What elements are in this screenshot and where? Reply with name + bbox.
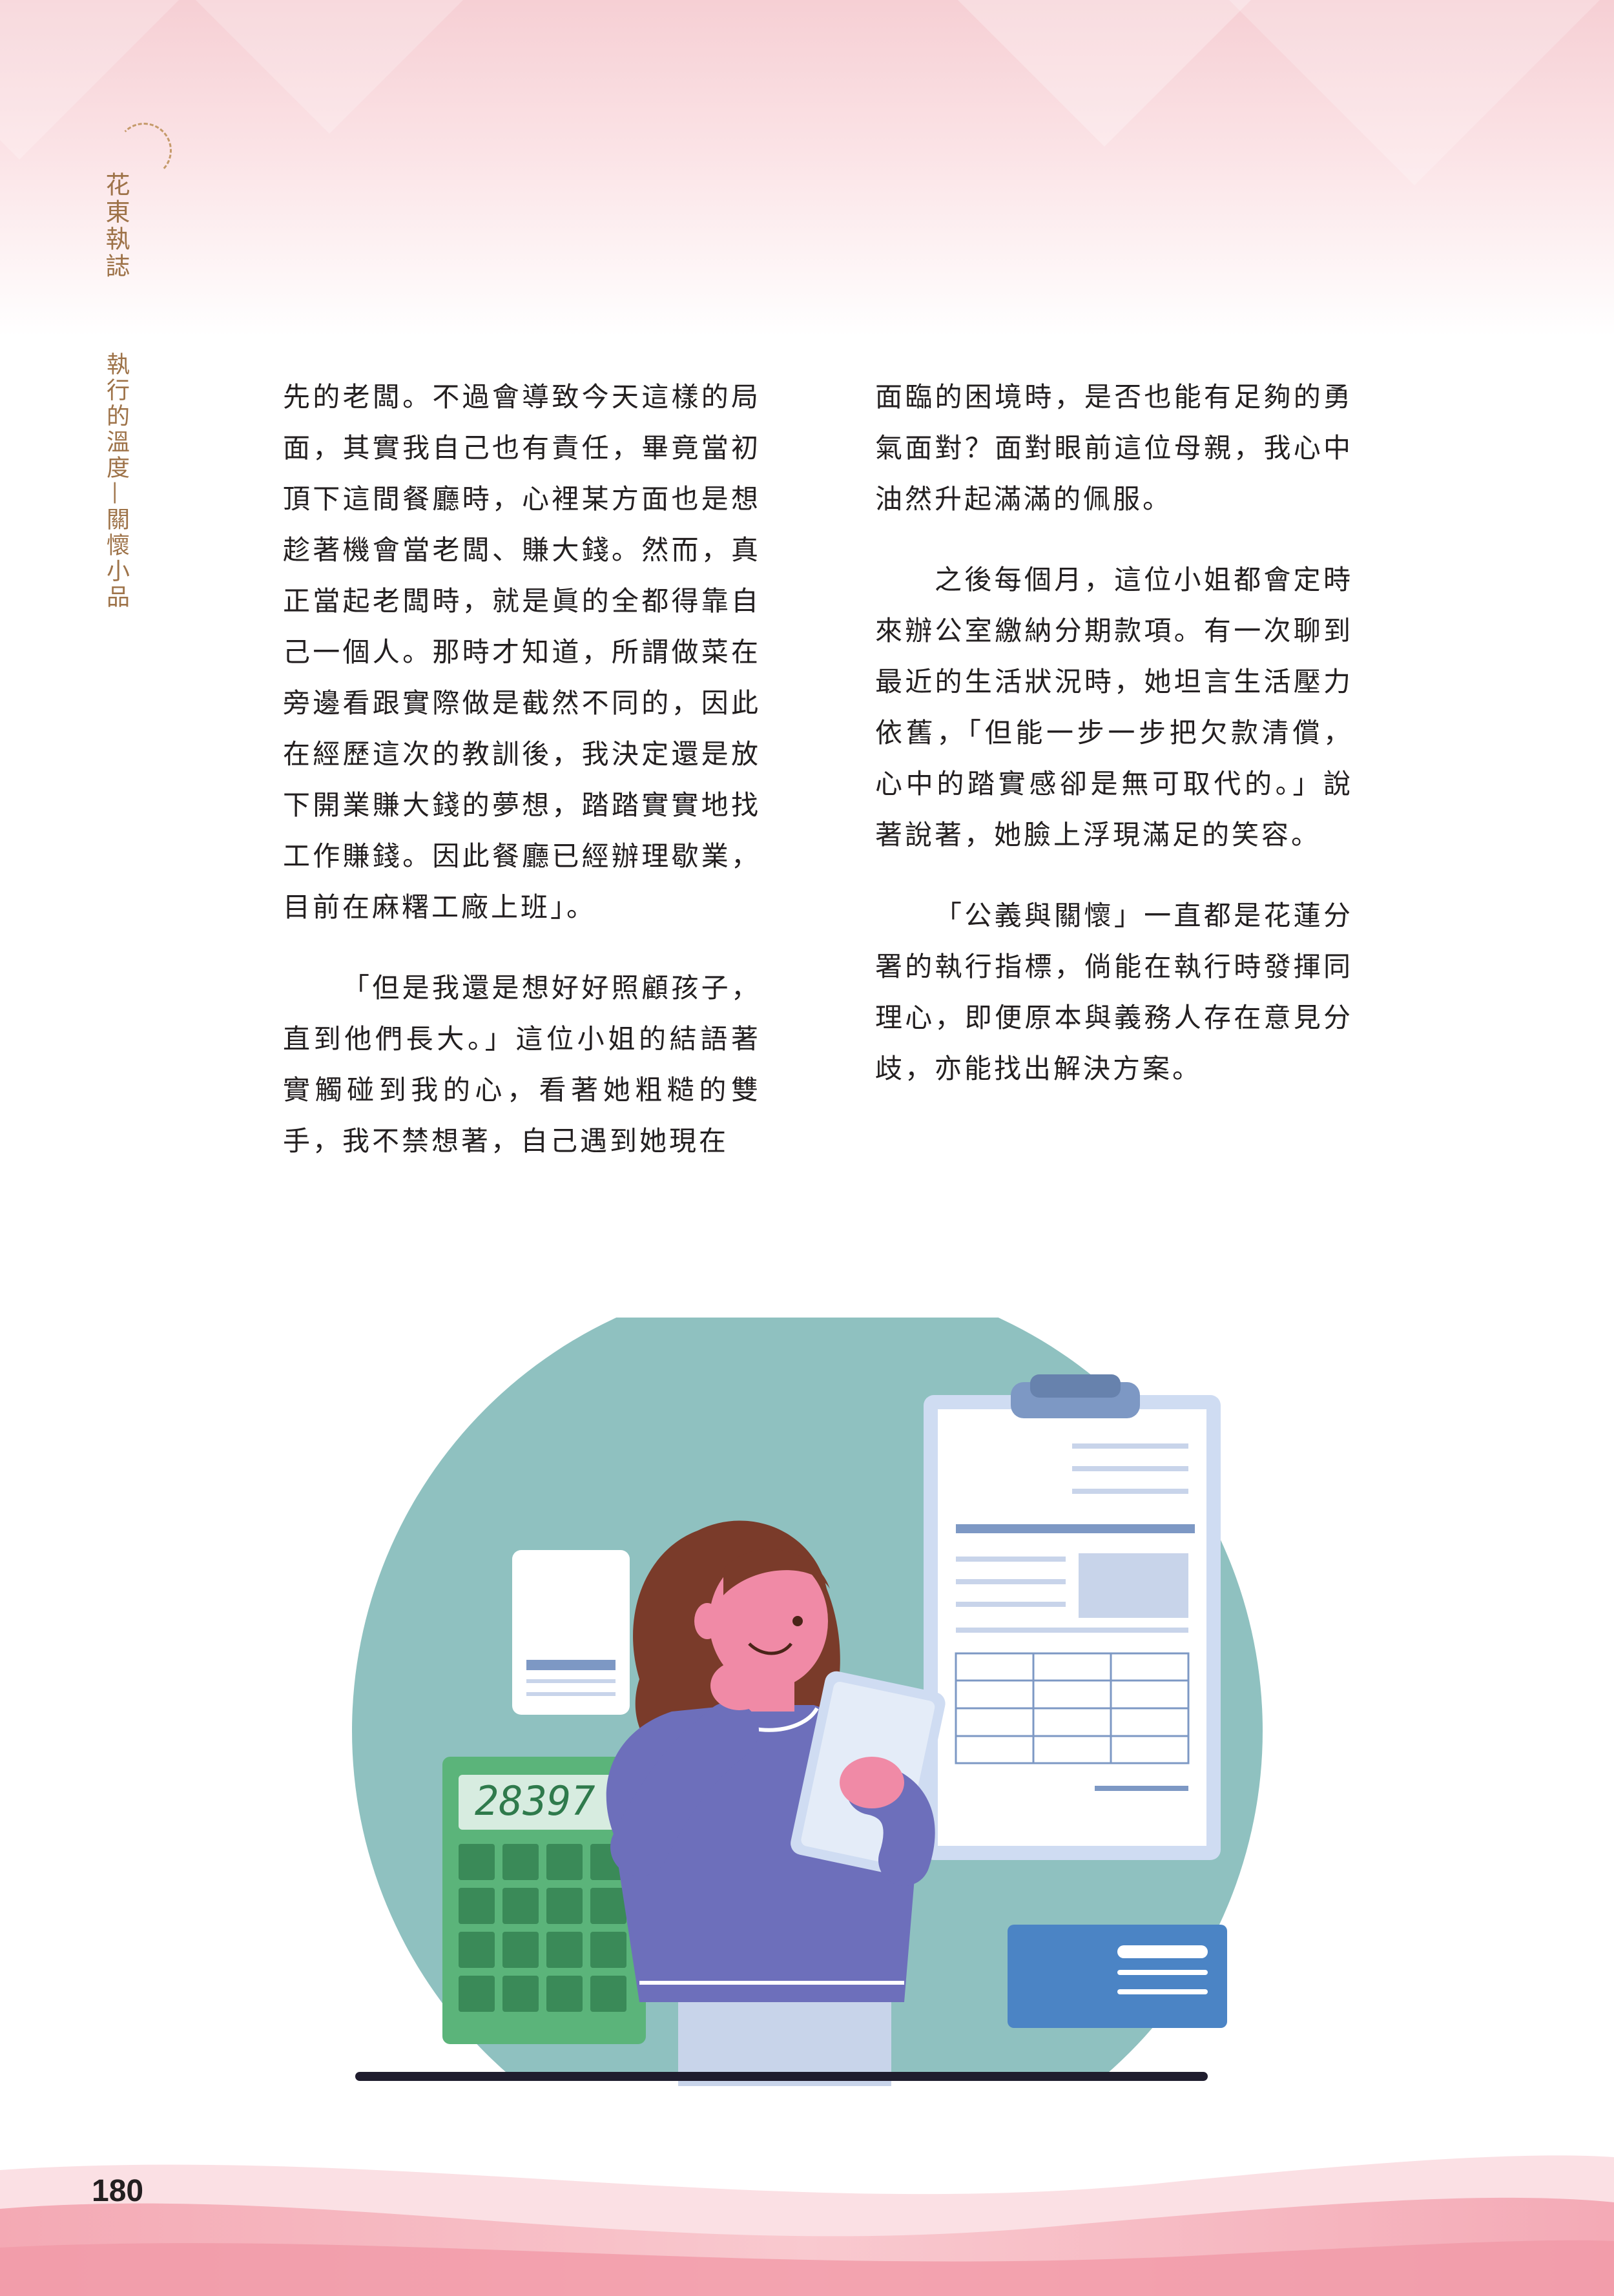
paragraph: 「公義與關懷」一直都是花蓮分署的執行指標，倘能在執行時發揮同理心，即便原本與義務… — [875, 900, 1353, 1084]
footer-wave-decoration — [0, 2155, 1614, 2296]
section-subtitle: 執行的溫度—關懷小品 — [103, 352, 129, 610]
left-hand — [710, 1661, 769, 1710]
article-column-right: 面臨的困境時，是否也能有足夠的勇氣面對？面對眼前這位母親，我心中油然升起滿滿的佩… — [875, 371, 1353, 1124]
right-hand — [840, 1757, 904, 1808]
receipt-card-icon — [512, 1550, 630, 1715]
calculator-display: 28397 — [475, 1777, 595, 1825]
header-background — [0, 0, 1614, 336]
paragraph: 先的老闆。不過會導致今天這樣的局面，其實我自己也有責任，畢竟當初頂下這間餐廳時，… — [283, 381, 761, 923]
credit-card-icon — [1008, 1925, 1227, 2028]
woman-with-calculator-illustration: 28397 — [336, 1318, 1279, 2093]
page-number: 180 — [92, 2174, 144, 2208]
paragraph: 之後每個月，這位小姐都會定時來辦公室繳納分期款項。有一次聊到最近的生活狀況時，她… — [875, 564, 1353, 851]
paragraph: 「但是我還是想好好照顧孩子，直到他們長大。」這位小姐的結語著實觸碰到我的心，看著… — [283, 972, 761, 1157]
article-column-left: 先的老闆。不過會導致今天這樣的局面，其實我自己也有責任，畢竟當初頂下這間餐廳時，… — [283, 371, 761, 1196]
clipboard-icon — [924, 1374, 1221, 1860]
ground-line — [355, 2072, 1208, 2081]
paragraph: 面臨的困境時，是否也能有足夠的勇氣面對？面對眼前這位母親，我心中油然升起滿滿的佩… — [875, 381, 1353, 515]
section-title: 花東執誌 — [101, 172, 130, 280]
